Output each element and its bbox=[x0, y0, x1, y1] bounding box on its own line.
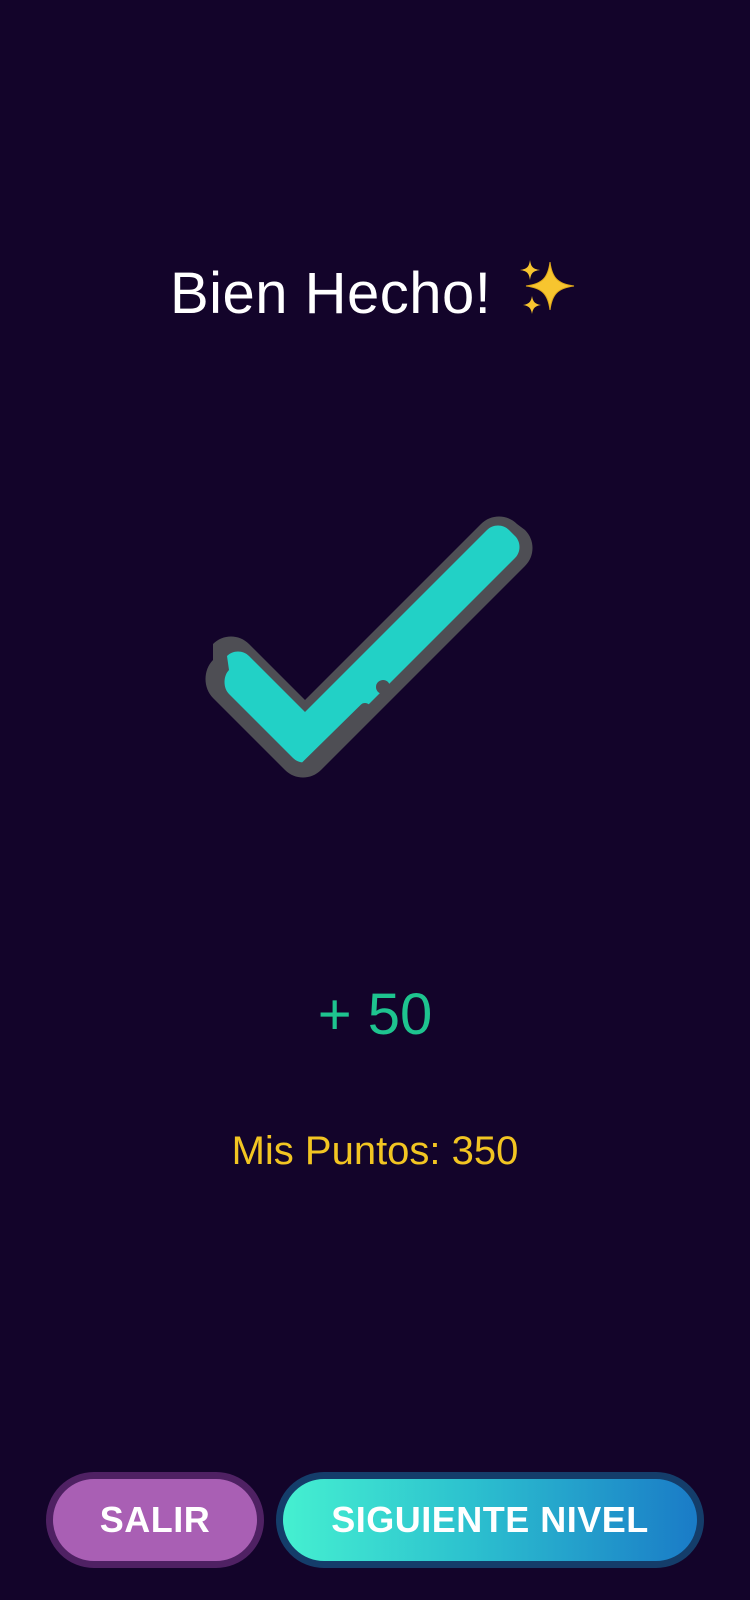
sparkles-icon bbox=[516, 256, 580, 339]
my-points: Mis Puntos: 350 bbox=[231, 1129, 519, 1173]
result-title: Bien Hecho! bbox=[169, 261, 492, 326]
level-complete-screen: Bien Hecho! + 50 Mis Puntos: 350 SALIR S… bbox=[0, 0, 750, 1600]
exit-button-label: SALIR bbox=[99, 1499, 211, 1540]
next-level-button[interactable]: SIGUIENTE NIVEL bbox=[276, 1472, 704, 1568]
title-row: Bien Hecho! bbox=[0, 256, 750, 339]
exit-button[interactable]: SALIR bbox=[46, 1472, 264, 1568]
points-gained: + 50 bbox=[317, 982, 433, 1047]
next-level-button-label: SIGUIENTE NIVEL bbox=[331, 1499, 649, 1540]
checkmark-icon bbox=[185, 510, 565, 810]
